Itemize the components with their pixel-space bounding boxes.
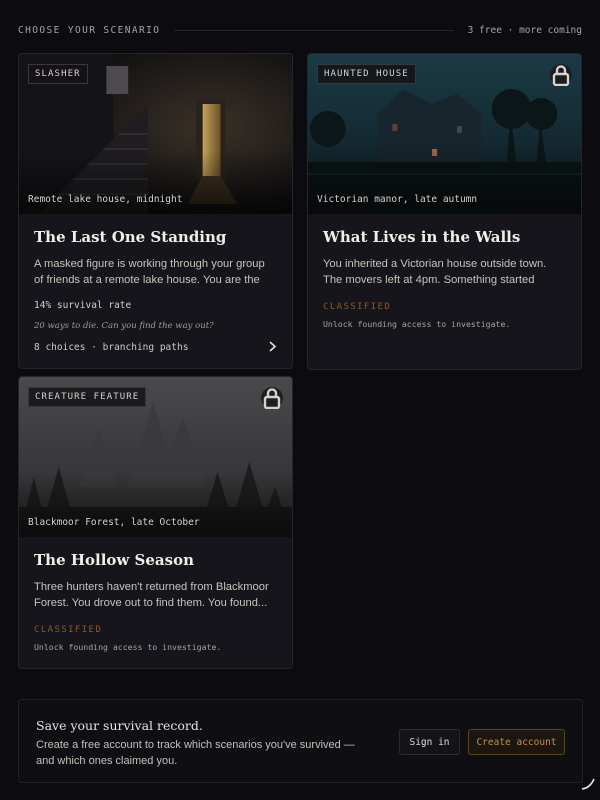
scenario-location: Victorian manor, late autumn — [317, 194, 478, 205]
survival-rate: 14% survival rate — [34, 300, 132, 311]
scenario-card-haunted-house[interactable]: HAUNTED HOUSE Victorian manor, late autu… — [307, 53, 582, 370]
lock-icon — [261, 387, 283, 409]
scenario-title: The Last One Standing — [34, 228, 227, 246]
header-divider — [174, 29, 454, 31]
choices-meta: 8 choices · branching paths — [34, 342, 189, 353]
classified-status: CLASSIFIED — [34, 625, 103, 635]
scenario-description: You inherited a Victorian house outside … — [323, 258, 547, 286]
genre-tag: HAUNTED HOUSE — [317, 64, 416, 84]
banner-description: Create a free account to track which sce… — [36, 739, 355, 767]
account-banner: Save your survival record. Create a free… — [18, 699, 583, 783]
chevron-right-icon[interactable] — [268, 341, 277, 354]
scenario-card-creature-feature[interactable]: CREATURE FEATURE Blackmoor Forest, late … — [18, 376, 293, 669]
unlock-hint: Unlock founding access to investigate. — [323, 319, 511, 329]
scenario-tagline: 20 ways to die. Can you find the way out… — [34, 321, 214, 331]
lock-icon — [550, 64, 572, 86]
scenario-location: Blackmoor Forest, late October — [28, 517, 200, 528]
scenario-image: HAUNTED HOUSE Victorian manor, late autu… — [308, 54, 581, 214]
scenario-location: Remote lake house, midnight — [28, 194, 183, 205]
create-account-button[interactable]: Create account — [468, 729, 565, 755]
scenario-description: Three hunters haven't returned from Blac… — [34, 581, 269, 609]
scenario-header: CHOOSE YOUR SCENARIO 3 free · more comin… — [18, 22, 582, 38]
section-title: CHOOSE YOUR SCENARIO — [18, 24, 161, 36]
scenario-description: A masked figure is working through your … — [34, 258, 265, 286]
scenario-card-slasher[interactable]: SLASHER Remote lake house, midnight The … — [18, 53, 293, 369]
free-count-label: 3 free · more coming — [467, 24, 582, 36]
genre-tag: CREATURE FEATURE — [28, 387, 147, 407]
unlock-hint: Unlock founding access to investigate. — [34, 642, 222, 652]
scenario-title: The Hollow Season — [34, 551, 194, 569]
banner-title: Save your survival record. — [36, 718, 203, 733]
scenario-title: What Lives in the Walls — [323, 228, 521, 246]
classified-status: CLASSIFIED — [323, 302, 392, 312]
scenario-image: SLASHER Remote lake house, midnight — [19, 54, 292, 214]
sign-in-button[interactable]: Sign in — [399, 729, 460, 755]
genre-tag: SLASHER — [28, 64, 88, 84]
scenario-image: CREATURE FEATURE Blackmoor Forest, late … — [19, 377, 292, 537]
resize-handle-icon — [580, 777, 596, 796]
